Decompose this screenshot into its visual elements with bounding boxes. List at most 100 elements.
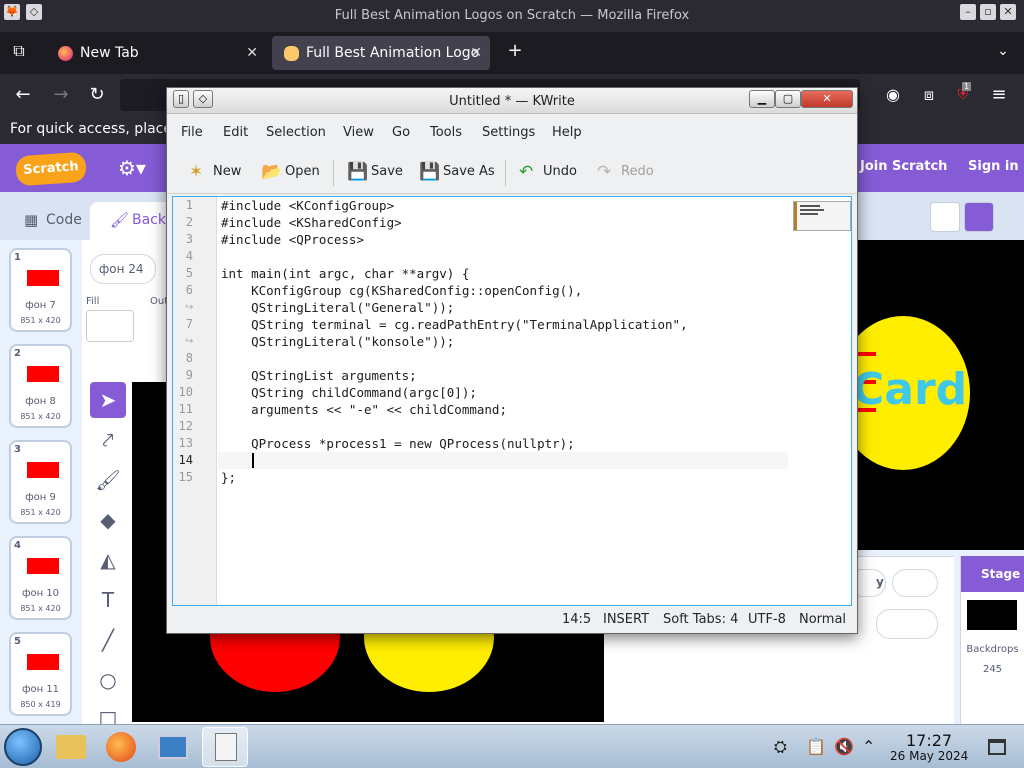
minimize-icon[interactable]: ▁	[749, 90, 775, 108]
menu-selection[interactable]: Selection	[266, 125, 326, 140]
minimap-line	[800, 213, 818, 215]
select-tool-icon[interactable]: ➤	[90, 382, 126, 418]
input-mode[interactable]: Normal	[799, 612, 846, 627]
costume-item[interactable]: 4 фон 10 851 x 420	[9, 536, 72, 620]
undo-button[interactable]: ↶ Undo	[517, 158, 577, 186]
brush-tool-icon[interactable]: 🖌	[90, 462, 126, 498]
costume-item[interactable]: 2 фон 8 851 x 420	[9, 344, 72, 428]
indentation-setting[interactable]: Soft Tabs: 4	[663, 612, 738, 627]
circle-tool-icon[interactable]: ○	[90, 662, 126, 698]
costume-name-input[interactable]: фон 24	[90, 254, 156, 284]
new-button[interactable]: ✶ New	[187, 158, 241, 186]
volume-muted-icon[interactable]: 🔇	[834, 737, 854, 756]
menu-file[interactable]: File	[181, 125, 203, 140]
close-tab-icon[interactable]: ✕	[246, 36, 258, 70]
taskbar-firefox[interactable]	[98, 727, 144, 767]
kwrite-titlebar[interactable]: ▯ ◇ Untitled * — KWrite ▁ ▢ ✕	[167, 88, 857, 114]
new-button-label: New	[213, 164, 242, 179]
extension-badge: 1	[962, 82, 972, 91]
line-number: 7	[185, 317, 193, 331]
taskbar-file-manager[interactable]	[48, 727, 94, 767]
reshape-tool-icon[interactable]: ⤤	[90, 422, 126, 458]
stage-target-pane[interactable]: Stage Backdrops 245	[960, 556, 1024, 724]
costume-item[interactable]: 1 фон 7 851 x 420	[9, 248, 72, 332]
eraser-tool-icon[interactable]: ◆	[90, 502, 126, 538]
edit-mode[interactable]: INSERT	[603, 612, 649, 627]
menu-view[interactable]: View	[343, 125, 374, 140]
toolbar-separator	[333, 160, 334, 186]
minimize-icon[interactable]: –	[960, 4, 976, 20]
scratch-logo[interactable]: Scratch	[15, 151, 87, 187]
line-number: 3	[185, 232, 193, 246]
show-desktop-icon[interactable]	[988, 739, 1006, 755]
line-number: 11	[178, 402, 193, 416]
costume-item[interactable]: 5 фон 11 850 x 419	[9, 632, 72, 716]
redo-button[interactable]: ↷ Redo	[595, 158, 654, 186]
save-as-button-label: Save As	[443, 164, 495, 179]
close-icon[interactable]: ✕	[1000, 4, 1016, 20]
start-button[interactable]	[4, 728, 42, 766]
sign-in-link[interactable]: Sign in	[968, 159, 1019, 174]
close-icon[interactable]: ✕	[801, 90, 853, 108]
fill-tool-icon[interactable]: ◭	[90, 542, 126, 578]
normal-stage-button[interactable]	[964, 202, 994, 232]
costume-thumbnail	[27, 270, 59, 286]
code-editor[interactable]: 1 2 3 4 5 6 ↪ 7 ↪ 8 9 10 11 12 13 14 15 #include <KConfi…	[172, 196, 852, 606]
redo-button-label: Redo	[621, 164, 654, 179]
tab-new-tab[interactable]: New Tab ✕	[46, 36, 266, 70]
extensions-icon[interactable]: ⧈	[918, 84, 940, 106]
menu-go[interactable]: Go	[392, 125, 410, 140]
direction-input[interactable]	[876, 609, 938, 639]
chevron-down-icon[interactable]: ⌄	[992, 40, 1014, 62]
small-stage-button[interactable]	[930, 202, 960, 232]
backdrops-label: Backdrops	[966, 644, 1019, 655]
gear-icon[interactable]: ⚙▾	[118, 156, 146, 180]
network-icon[interactable]: ⛭	[774, 737, 787, 757]
forward-icon[interactable]: →	[50, 84, 72, 106]
new-tab-button[interactable]: +	[504, 40, 526, 62]
menu-tools[interactable]: Tools	[430, 125, 462, 140]
code-line: #include <KSharedConfig>	[221, 215, 402, 230]
fill-color-picker[interactable]	[86, 310, 134, 342]
maximize-icon[interactable]: ▫	[980, 4, 996, 20]
text-tool-icon[interactable]: T	[90, 582, 126, 618]
stage-preview[interactable]: Card	[856, 240, 1024, 550]
line-number: 2	[185, 215, 193, 229]
costume-item[interactable]: 3 фон 9 851 x 420	[9, 440, 72, 524]
menu-edit[interactable]: Edit	[223, 125, 248, 140]
menu-settings[interactable]: Settings	[482, 125, 535, 140]
account-icon[interactable]: ◉	[882, 84, 904, 106]
tab-code[interactable]: ▦ Code	[4, 202, 96, 240]
menu-icon[interactable]: ≡	[988, 84, 1010, 106]
save-as-button[interactable]: 💾 Save As	[417, 158, 495, 186]
cursor-position[interactable]: 14:5	[562, 612, 591, 627]
minimap[interactable]	[793, 201, 851, 231]
rectangle-tool-icon[interactable]: □	[90, 700, 126, 724]
code-line: QProcess *process1 = new QProcess(nullpt…	[221, 436, 575, 451]
open-button[interactable]: 📂 Open	[259, 158, 320, 186]
back-icon[interactable]: ←	[12, 84, 34, 106]
line-number: 6	[185, 283, 193, 297]
encoding[interactable]: UTF-8	[748, 612, 786, 627]
line-tool-icon[interactable]: ╱	[90, 622, 126, 658]
tab-scratch[interactable]: Full Best Animation Logo ✕	[272, 36, 490, 70]
taskbar-terminal[interactable]	[150, 727, 196, 767]
chevron-up-icon[interactable]: ⌃	[862, 737, 875, 756]
join-scratch-link[interactable]: Join Scratch	[860, 159, 947, 174]
menu-help[interactable]: Help	[552, 125, 582, 140]
close-tab-icon[interactable]: ✕	[470, 36, 482, 70]
firefox-tab-icon	[58, 46, 73, 61]
clipboard-icon[interactable]: 📋	[806, 737, 826, 756]
clock-time[interactable]: 17:27	[906, 731, 952, 750]
taskbar-kwrite[interactable]	[202, 727, 248, 767]
code-line: QString terminal = cg.readPathEntry("Ter…	[221, 317, 688, 332]
tab-list-icon[interactable]: ⧉	[8, 40, 30, 62]
clock-date[interactable]: 26 May 2024	[890, 749, 968, 763]
costume-thumbnail	[27, 558, 59, 574]
save-button[interactable]: 💾 Save	[345, 158, 403, 186]
reload-icon[interactable]: ↻	[86, 84, 108, 106]
costume-size: 851 x 420	[20, 508, 61, 517]
minimap-marker	[794, 202, 797, 230]
y-input[interactable]	[892, 569, 938, 597]
maximize-icon[interactable]: ▢	[775, 90, 801, 108]
